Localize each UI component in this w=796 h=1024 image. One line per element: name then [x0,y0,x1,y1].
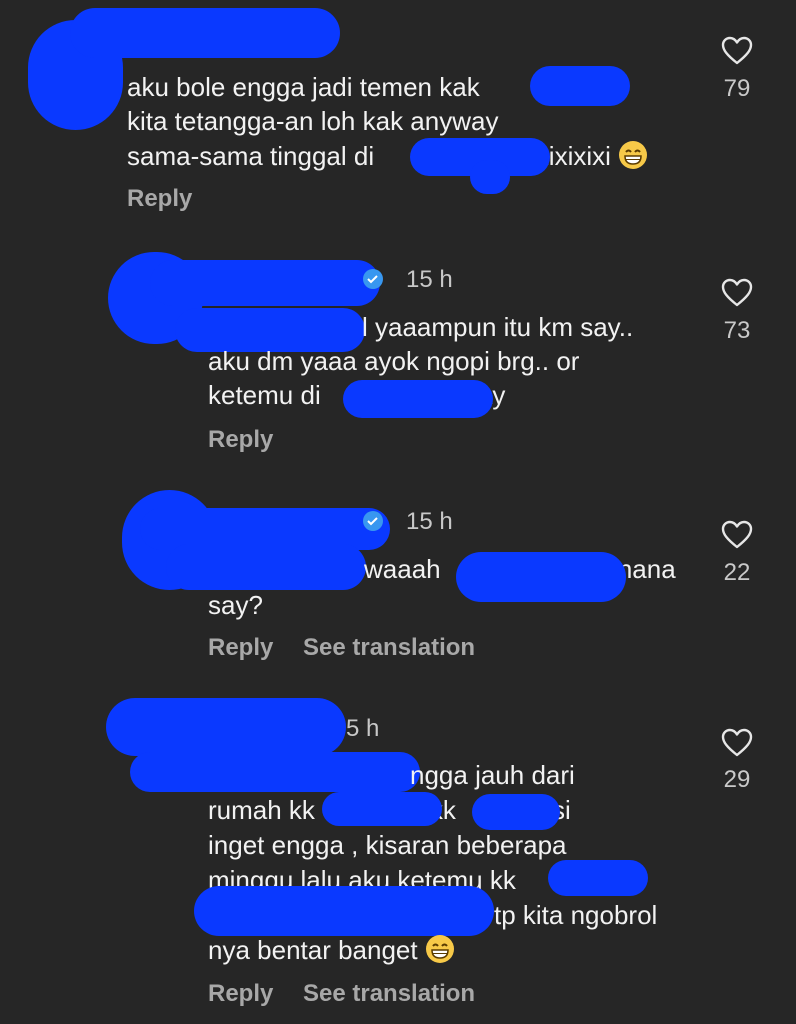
comment-timestamp: 5 h [346,715,380,742]
comment-2-line-1: l yaaampun itu km say.. [362,312,634,342]
comment-1-line-3: sama-sama tinggal di , xixixixi [127,139,648,174]
comment-timestamp: 15 h [406,508,453,535]
see-translation-button[interactable]: See translation [303,634,475,662]
redacted-avatar [106,698,346,756]
comment-timestamp: 15 h [406,266,453,293]
like-count: 22 [723,559,751,586]
reply-button[interactable]: Reply [208,980,273,1008]
redacted-location-2 [470,160,510,194]
redacted-name [530,66,630,106]
see-translation-button[interactable]: See translation [303,980,475,1008]
comment-4-line-1: ngga jauh dari [410,760,575,790]
comment-2-line-2: aku dm yaaa ayok ngopi brg.. or [208,346,580,376]
reply-button[interactable]: Reply [208,634,273,662]
redacted-username [150,260,380,306]
heart-icon[interactable] [721,728,753,758]
comment-4-line-5: tp kita ngobrol [494,900,658,930]
redacted-location [456,552,626,602]
redacted-name [548,860,648,896]
redacted-mention [130,752,420,792]
comment-4-line-3: inget engga , kisaran beberapa [208,830,567,860]
comment-3: 15 h waaah nana say? Reply See translati… [0,470,796,680]
grinning-face-icon [619,141,648,169]
heart-icon[interactable] [721,278,753,308]
redacted-name-2 [472,794,560,830]
comment-thread: aku bole engga jadi temen kak ? kita tet… [0,0,796,1024]
reply-button[interactable]: Reply [127,185,192,213]
comment-3-line-2: say? [208,590,263,620]
reply-button[interactable]: Reply [208,426,273,454]
redacted-mention [166,544,366,590]
comment-2: 15 h l yaaampun itu km say.. aku dm yaaa… [0,230,796,470]
redacted-location [194,886,494,936]
like-count: 73 [723,317,751,344]
redacted-name [322,792,442,826]
like-count: 29 [723,766,751,793]
heart-icon[interactable] [721,520,753,550]
comment-1-line-2: kita tetangga-an loh kak anyway [127,106,499,136]
verified-badge-icon [363,511,383,531]
heart-icon[interactable] [721,36,753,66]
comment-4-line-6: nya bentar banget [208,933,455,968]
redacted-username [70,8,340,58]
comment-4: 5 h ngga jauh dari rumah kkkkmasi inget … [0,680,796,1024]
comment-1: aku bole engga jadi temen kak ? kita tet… [0,0,796,230]
like-count: 79 [723,75,751,102]
verified-badge-icon [363,269,383,289]
redacted-location [343,380,493,418]
grinning-face-icon [425,935,454,963]
